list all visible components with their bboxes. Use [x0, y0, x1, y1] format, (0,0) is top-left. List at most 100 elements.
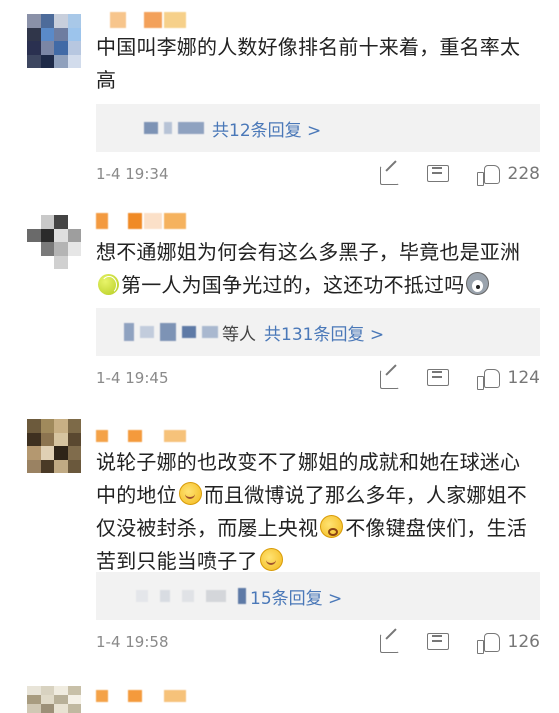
name-mosaic-block [164, 430, 186, 442]
avatar-mosaic-cell [27, 41, 41, 55]
reply-count-link[interactable]: 共131条回复 > [264, 320, 384, 345]
comment-icon[interactable] [426, 162, 450, 186]
avatar-mosaic-cell [67, 41, 81, 55]
reply-count-link[interactable]: 共12条回复 > [212, 116, 321, 141]
avatar-mosaic-cell [27, 27, 41, 41]
reply-preview[interactable]: 15条回复 > [96, 572, 540, 620]
username-blurred[interactable] [96, 12, 186, 28]
like-count[interactable]: 228 [508, 164, 540, 184]
comment-text-line: 中的地位 而且微博说了那么多年，人家娜姐不 [96, 479, 544, 512]
avatar-mosaic-cell [40, 459, 54, 473]
avatar-mosaic-cell [67, 242, 81, 256]
reply-preview[interactable]: 共12条回复 > [96, 104, 540, 152]
like-count[interactable]: 124 [508, 368, 540, 388]
avatar-mosaic-cell [67, 228, 81, 242]
avatar-mosaic-cell [54, 255, 68, 269]
avatar-mosaic-cell [67, 27, 81, 41]
avatar-mosaic-cell [27, 14, 41, 28]
username-blurred[interactable] [96, 690, 186, 702]
avatar-mosaic-cell [67, 419, 81, 433]
avatar-mosaic-cell [54, 459, 68, 473]
name-mosaic-block [128, 430, 142, 442]
comment-text-segment: 不像键盘侠们，生活 [345, 516, 528, 540]
avatar-mosaic-cell [40, 242, 54, 256]
avatar-mosaic-cell [54, 41, 68, 55]
comment-text-segment: 中的地位 [96, 483, 177, 507]
name-mosaic-block [96, 12, 108, 28]
avatar-mosaic-cell [40, 432, 54, 446]
comment-text: 中国叫李娜的人数好像排名前十来着，重名率太 高 [96, 31, 544, 97]
avatar-mosaic-cell [27, 704, 41, 713]
comment-text-line: 高 [96, 68, 117, 92]
avatar-mosaic-cell [40, 215, 54, 229]
avatar-mosaic-cell [27, 228, 41, 242]
avatar[interactable] [27, 14, 81, 68]
like-icon[interactable] [476, 630, 500, 654]
name-mosaic-block [164, 12, 186, 28]
avatar-mosaic-cell [40, 14, 54, 28]
avatar-mosaic-cell [67, 704, 81, 713]
name-mosaic-block [96, 213, 108, 229]
avatar-mosaic-cell [27, 446, 41, 460]
avatar[interactable] [27, 215, 81, 269]
avatar-mosaic-cell [54, 432, 68, 446]
avatar-mosaic-cell [67, 459, 81, 473]
smile-emoji-icon [259, 548, 283, 571]
like-icon[interactable] [476, 162, 500, 186]
avatar[interactable] [27, 686, 81, 713]
timestamp: 1-4 19:34 [96, 165, 169, 183]
comment-text-segment: 想不通娜姐为何会有这么多黑子，毕竟也是亚洲 [96, 240, 521, 264]
name-mosaic-block [144, 12, 162, 28]
avatar-mosaic-cell [27, 686, 41, 695]
avatar-mosaic-cell [67, 686, 81, 695]
comment-icon[interactable] [426, 630, 450, 654]
action-bar: 228 [378, 162, 540, 186]
avatar-mosaic-cell [67, 432, 81, 446]
share-icon[interactable] [378, 162, 402, 186]
avatar-mosaic-cell [54, 704, 68, 713]
avatar-mosaic-cell [40, 686, 54, 695]
avatar[interactable] [27, 419, 81, 473]
name-mosaic-block [110, 430, 126, 442]
avatar-mosaic-cell [54, 215, 68, 229]
timestamp: 1-4 19:58 [96, 633, 169, 651]
avatar-mosaic-cell [67, 54, 81, 68]
comment-meta: 1-4 19:58 126 [96, 628, 540, 656]
avatar-mosaic-cell [40, 704, 54, 713]
comment-meta: 1-4 19:45 124 [96, 364, 540, 392]
avatar-mosaic-cell [40, 228, 54, 242]
comment-text-line: 第一人为国争光过的，这还功不抵过吗 [96, 269, 544, 302]
reply-avatars [136, 588, 246, 604]
username-blurred[interactable] [96, 213, 186, 229]
avatar-mosaic-cell [67, 446, 81, 460]
avatar-mosaic-cell [54, 54, 68, 68]
avatar-mosaic-cell [67, 255, 81, 269]
comment-text-line: 中国叫李娜的人数好像排名前十来着，重名率太 [96, 35, 521, 59]
name-mosaic-block [144, 430, 162, 442]
action-bar: 124 [378, 366, 540, 390]
comment-icon[interactable] [426, 366, 450, 390]
name-mosaic-block [144, 213, 162, 229]
username-blurred[interactable] [96, 430, 186, 442]
comment-text: 说轮子娜的也改变不了娜姐的成就和她在球迷心 中的地位 而且微博说了那么多年，人家娜… [96, 446, 544, 578]
worried-emoji-icon [320, 515, 344, 538]
avatar-mosaic-cell [40, 419, 54, 433]
avatar-mosaic-cell [40, 41, 54, 55]
share-icon[interactable] [378, 366, 402, 390]
avatar-mosaic-cell [27, 255, 41, 269]
comment-meta: 1-4 19:34 228 [96, 160, 540, 188]
husky-emoji-icon [466, 272, 490, 295]
avatar-mosaic-cell [54, 695, 68, 704]
avatar-mosaic-cell [27, 54, 41, 68]
avatar-mosaic-cell [54, 228, 68, 242]
reply-avatars [144, 122, 204, 134]
share-icon[interactable] [378, 630, 402, 654]
reply-count-link[interactable]: 15条回复 > [250, 584, 342, 609]
avatar-mosaic-cell [40, 255, 54, 269]
reply-preview[interactable]: 等人 共131条回复 > [96, 308, 540, 356]
like-icon[interactable] [476, 366, 500, 390]
name-mosaic-block [110, 12, 126, 28]
avatar-mosaic-cell [27, 432, 41, 446]
avatar-mosaic-cell [67, 14, 81, 28]
like-count[interactable]: 126 [508, 632, 540, 652]
